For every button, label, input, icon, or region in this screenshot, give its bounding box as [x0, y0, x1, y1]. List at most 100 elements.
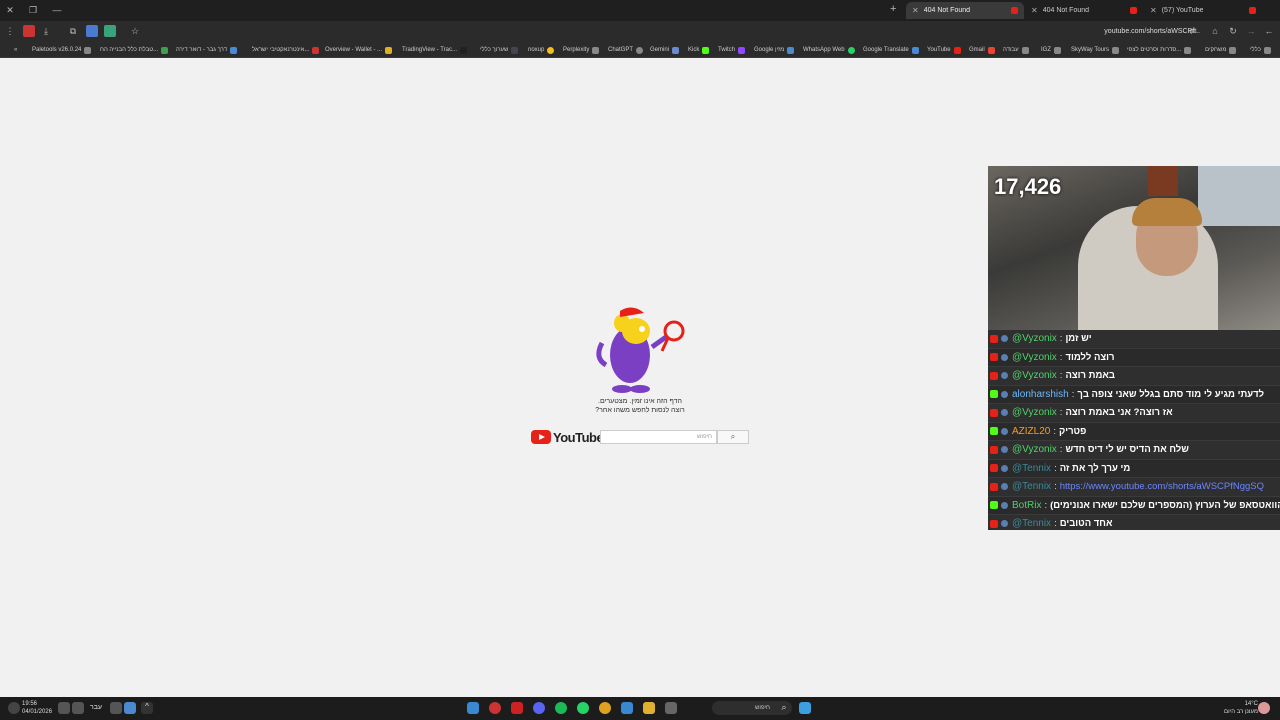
weather-temperature: 14°C: [1244, 701, 1258, 707]
bookmark-label: YouTube: [927, 47, 951, 53]
monkey-illustration: [596, 307, 685, 393]
youtube-favicon-icon: [1011, 7, 1018, 14]
bookmark-item[interactable]: Google מזין: [754, 45, 795, 55]
spotify-icon[interactable]: [555, 702, 567, 714]
badge-icon: [1001, 464, 1008, 472]
folder-icon: [1112, 46, 1120, 54]
close-icon[interactable]: ✕: [912, 6, 919, 15]
tab-404-not-found-1[interactable]: ✕ 404 Not Found: [906, 2, 1024, 19]
chat-separator: :: [1054, 462, 1057, 474]
tab-youtube[interactable]: ✕ (57) YouTube: [1144, 2, 1262, 19]
chat-message: @Vyzonix: רוצה ללמוד: [988, 349, 1280, 367]
bookmark-item[interactable]: Twitch: [718, 45, 746, 55]
close-icon[interactable]: ✕: [1150, 6, 1157, 15]
bookmark-item[interactable]: שערוך כללי: [480, 45, 519, 55]
chrome-icon[interactable]: [599, 702, 611, 714]
bookmark-item[interactable]: Gemini: [650, 45, 680, 55]
obs-icon[interactable]: [489, 702, 501, 714]
language-indicator[interactable]: עבר: [90, 704, 102, 711]
close-icon[interactable]: ✕: [1031, 6, 1038, 15]
youtube-logo[interactable]: YouTube: [531, 429, 604, 445]
chat-link[interactable]: https://www.youtube.com/shorts/aWSCPfNgg…: [1060, 481, 1264, 492]
bookmark-item[interactable]: אינטרנאקטיבי ישראל...: [252, 45, 320, 55]
google-icon: [787, 46, 795, 54]
start-icon[interactable]: [799, 702, 811, 714]
bookmark-item[interactable]: noxup: [528, 45, 555, 55]
youtube-icon: [990, 408, 998, 417]
chat-username: @Vyzonix: [1012, 407, 1057, 419]
folder-icon: [1021, 46, 1029, 54]
file-explorer-icon[interactable]: [643, 702, 655, 714]
bookmark-item[interactable]: משחקים: [1205, 45, 1237, 55]
bookmark-item[interactable]: IGZ: [1041, 45, 1061, 55]
youtube-icon: [990, 482, 998, 491]
chat-message: @Tennix: https://www.youtube.com/shorts/a…: [988, 478, 1280, 497]
bookmark-item[interactable]: YouTube: [927, 45, 961, 55]
chat-message: @Tennix: אחד הטובים: [988, 515, 1280, 530]
new-tab-button[interactable]: +: [890, 3, 896, 15]
bookmark-item[interactable]: Kick: [688, 45, 710, 55]
tab-404-not-found-2[interactable]: ✕ 404 Not Found: [1025, 2, 1143, 19]
bookmark-item[interactable]: טבלת כלל הבנייה הח...: [100, 45, 169, 55]
bookmark-item[interactable]: דרך גבר - דואר דירה: [176, 45, 238, 55]
site-settings-icon[interactable]: ⇌: [1187, 25, 1199, 37]
bookmark-item[interactable]: עבודה: [1003, 45, 1029, 55]
close-window-icon[interactable]: ✕: [4, 4, 16, 16]
gmail-icon: [987, 46, 995, 54]
download-icon[interactable]: ⤓: [40, 25, 52, 37]
bookmark-item[interactable]: Perplexity: [563, 45, 600, 55]
bookmarks-overflow-icon[interactable]: «: [14, 45, 17, 55]
search-input[interactable]: חיפוש: [600, 430, 717, 444]
search-button[interactable]: ⌕: [717, 430, 749, 444]
notification-icon[interactable]: [8, 702, 20, 714]
discord-icon[interactable]: [533, 702, 545, 714]
bookmark-item[interactable]: כללי: [1250, 45, 1271, 55]
bookmark-item[interactable]: SkyWay Tours: [1071, 45, 1120, 55]
chat-message: BotRix: הוואטסאפ של הערוץ (המספרים שלכם י…: [988, 497, 1280, 515]
minimize-window-icon[interactable]: —: [51, 4, 63, 16]
bookmark-label: noxup: [528, 47, 545, 53]
weather-widget[interactable]: 14°C מעונן רב היום: [1218, 700, 1258, 716]
bookmark-item[interactable]: TradingView - Trac...: [402, 45, 468, 55]
task-view-icon[interactable]: [665, 702, 677, 714]
address-bar[interactable]: youtube.com/shorts/aWSCPf...: [1060, 24, 1200, 39]
microphone-icon[interactable]: [110, 702, 122, 714]
star-icon[interactable]: ☆: [129, 25, 141, 37]
youtube-icon: [990, 353, 998, 362]
window-background: [1198, 166, 1280, 226]
extension-icon[interactable]: [23, 25, 35, 37]
app-icon[interactable]: [511, 702, 523, 714]
whatsapp-icon[interactable]: [577, 702, 589, 714]
home-icon[interactable]: ⌂: [1209, 25, 1221, 37]
menu-icon[interactable]: ⋮: [4, 25, 16, 37]
chevron-up-icon[interactable]: ^: [141, 702, 153, 714]
back-icon[interactable]: ←: [1263, 25, 1275, 37]
bookmark-item[interactable]: ChatGPT: [608, 45, 644, 55]
bookmark-item[interactable]: סדרות וסרטים לצפי...: [1127, 45, 1192, 55]
browser-tab-strip: ✕ ❐ — + ✕ 404 Not Found ✕ 404 Not Found …: [0, 0, 1280, 21]
reload-icon[interactable]: ↻: [1227, 25, 1239, 37]
badge-icon: [1001, 446, 1008, 454]
store-icon[interactable]: [621, 702, 633, 714]
steam-icon[interactable]: [124, 702, 136, 714]
bookmark-item[interactable]: WhatsApp Web: [803, 45, 855, 55]
chat-username: @Vyzonix: [1012, 444, 1057, 456]
notepad-icon[interactable]: [467, 702, 479, 714]
translate-icon[interactable]: [86, 25, 98, 37]
badge-icon: [1001, 427, 1008, 435]
bookmark-item[interactable]: Paletools v26.0.24: [32, 45, 92, 55]
restore-window-icon[interactable]: ❐: [27, 4, 39, 16]
chat-separator: :: [1071, 388, 1075, 400]
bookmark-label: Perplexity: [563, 47, 590, 53]
bookmark-item[interactable]: Overview - Wallet - ...: [325, 45, 393, 55]
clock[interactable]: 19:56 04/01/2026: [22, 700, 52, 716]
share-icon[interactable]: ⧉: [67, 25, 79, 37]
bookmark-item[interactable]: Google Translate: [863, 45, 919, 55]
speaker-icon[interactable]: [58, 702, 70, 714]
network-icon[interactable]: [72, 702, 84, 714]
lens-icon[interactable]: [104, 25, 116, 37]
forward-icon[interactable]: →: [1245, 25, 1257, 37]
chatgpt-icon: [636, 46, 644, 54]
badge-icon: [1001, 390, 1008, 398]
bookmark-item[interactable]: Gmail: [969, 45, 995, 55]
